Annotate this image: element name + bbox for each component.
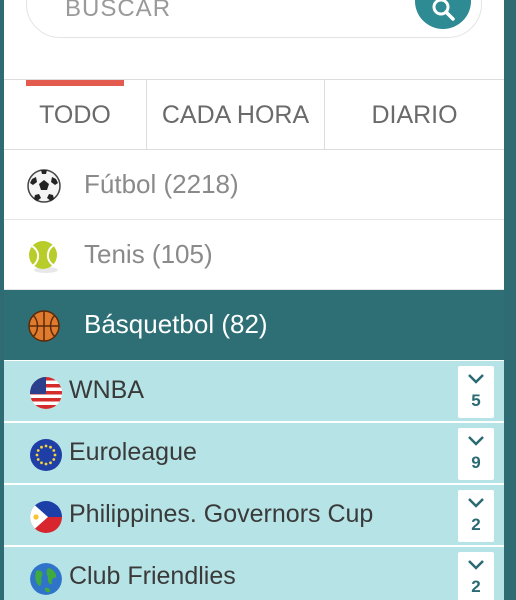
- sport-label: Básquetbol (82): [84, 309, 268, 339]
- league-name: Club Friendlies: [69, 562, 236, 590]
- sport-item-futbol[interactable]: Fútbol (2218): [4, 150, 504, 220]
- search-placeholder: BUSCAR: [65, 0, 172, 22]
- event-count: 9: [471, 453, 481, 472]
- league-item-philippines-governors-cup[interactable]: Philippines. Governors Cup 2: [4, 485, 504, 547]
- sport-label: Fútbol (2218): [84, 169, 239, 199]
- basketball-icon: [28, 310, 60, 342]
- soccer-ball-icon: [27, 169, 61, 203]
- league-expand-button[interactable]: 2: [458, 490, 494, 542]
- chevron-down-icon: [468, 560, 484, 570]
- league-item-euroleague[interactable]: Euroleague 9: [4, 423, 504, 485]
- tab-cada-hora[interactable]: CADA HORA: [147, 80, 325, 150]
- search-area: BUSCAR: [4, 0, 504, 80]
- search-button[interactable]: [415, 0, 471, 29]
- league-item-club-friendlies[interactable]: Club Friendlies 2: [4, 547, 504, 600]
- event-count: 5: [471, 391, 481, 410]
- league-name: WNBA: [69, 376, 144, 404]
- usa-flag-icon: [30, 377, 62, 409]
- period-tabs: TODO CADA HORA DIARIO: [4, 80, 504, 150]
- tab-diario[interactable]: DIARIO: [325, 80, 504, 150]
- search-input[interactable]: BUSCAR: [26, 0, 482, 38]
- tab-todo[interactable]: TODO: [4, 80, 147, 150]
- event-count: 2: [471, 577, 481, 596]
- world-globe-icon: [30, 563, 62, 595]
- chevron-down-icon: [468, 436, 484, 446]
- sport-label: Tenis (105): [84, 239, 213, 269]
- philippines-flag-icon: [30, 501, 62, 533]
- sport-item-basquetbol[interactable]: Básquetbol (82): [4, 290, 504, 360]
- league-expand-button[interactable]: 5: [458, 366, 494, 418]
- event-count: 2: [471, 515, 481, 534]
- chevron-down-icon: [468, 498, 484, 508]
- league-item-wnba[interactable]: WNBA 5: [4, 361, 504, 423]
- chevron-down-icon: [468, 374, 484, 384]
- sport-item-tenis[interactable]: Tenis (105): [4, 220, 504, 290]
- tennis-ball-icon: [29, 241, 58, 273]
- eu-flag-icon: [30, 439, 62, 471]
- league-name: Euroleague: [69, 438, 197, 466]
- league-expand-button[interactable]: 9: [458, 428, 494, 480]
- search-icon: [432, 0, 455, 21]
- sports-panel: BUSCAR TODO CADA HORA DIARIO Fútbol (221…: [4, 0, 504, 600]
- league-name: Philippines. Governors Cup: [69, 500, 374, 528]
- league-expand-button[interactable]: 2: [458, 552, 494, 600]
